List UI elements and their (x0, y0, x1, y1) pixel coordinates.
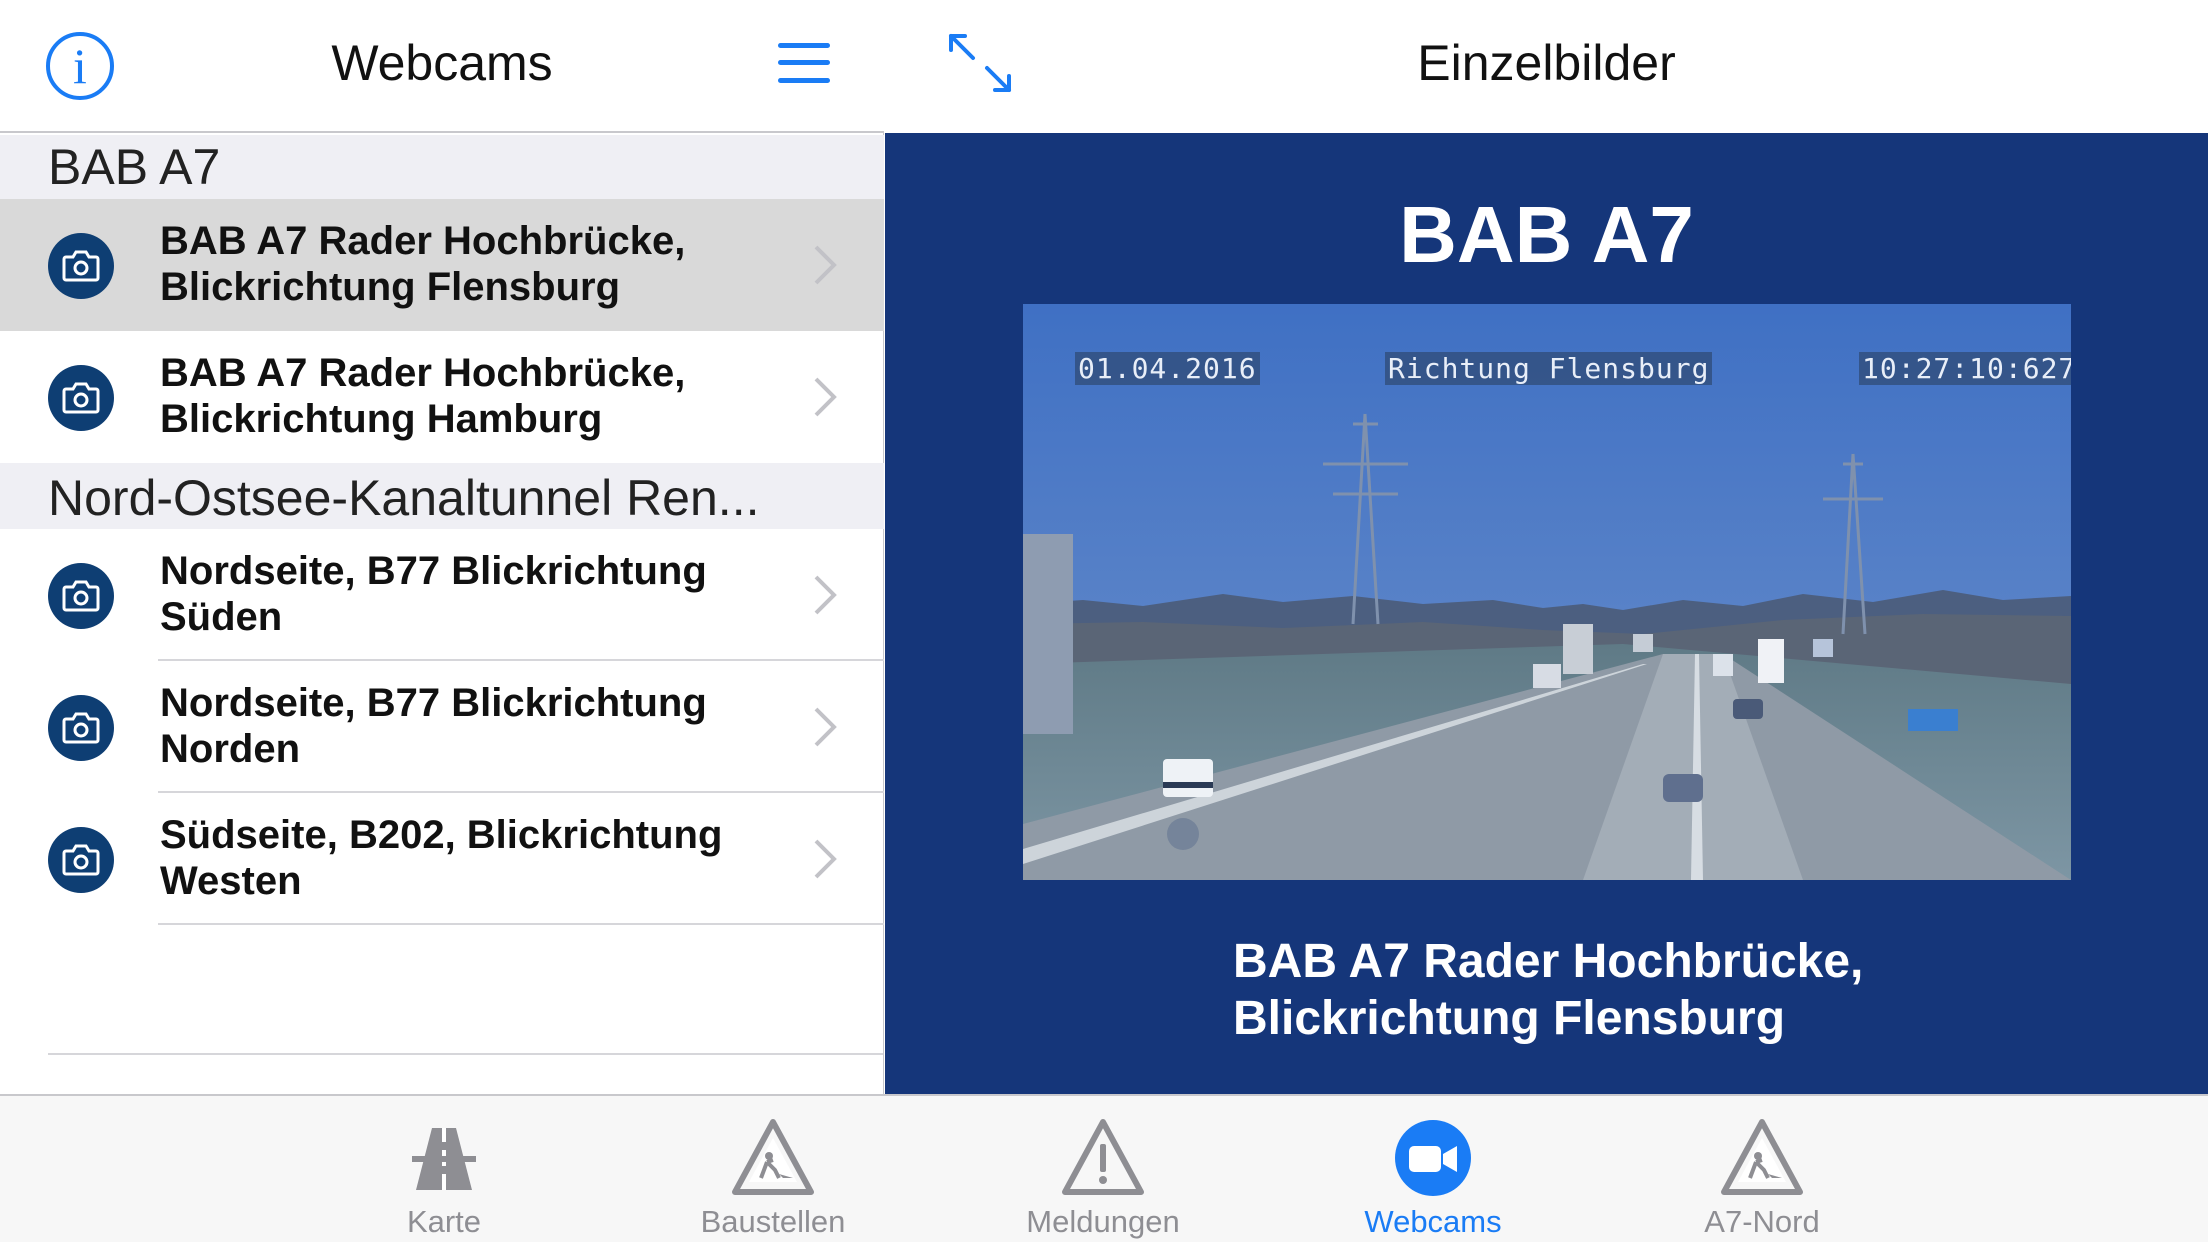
tab-meldungen[interactable]: Meldungen (983, 1096, 1223, 1242)
roadworks-icon (732, 1119, 814, 1195)
chevron-right-icon (814, 707, 837, 747)
tab-a7-nord[interactable]: A7-Nord (1642, 1096, 1882, 1242)
tab-label: Baustellen (700, 1204, 846, 1239)
left-panel-title: Webcams (331, 35, 553, 91)
section-header: BAB A7 (0, 135, 884, 199)
webcam-list-item[interactable]: BAB A7 Rader Hochbrücke, Blickrichtung F… (0, 199, 884, 331)
highway-icon (412, 1128, 476, 1190)
tab-label: A7-Nord (1704, 1204, 1820, 1239)
webcam-image[interactable]: 01.04.2016 Richtung Flensburg 10:27:10:6… (1023, 304, 2071, 880)
chevron-right-icon (814, 575, 837, 615)
tab-label: Meldungen (1026, 1204, 1180, 1239)
tab-webcams[interactable]: Webcams (1313, 1096, 1553, 1242)
webcam-list-item[interactable]: Nordseite, B77 Blickrichtung Süden (0, 529, 884, 661)
section-header: Nord-Ostsee-Kanaltunnel Ren... (0, 463, 884, 529)
webcam-detail-view: BAB A7 01.04.2016 Richtung Flensburg 10:… (885, 133, 2208, 1094)
webcam-caption: BAB A7 Rader Hochbrücke, Blickrichtung F… (1233, 935, 1864, 1045)
webcam-group-heading: BAB A7 (1399, 190, 1694, 279)
webcam-list-item[interactable]: Nordseite, B77 Blickrichtung Norden (0, 661, 884, 793)
tab-baustellen[interactable]: Baustellen (653, 1096, 893, 1242)
list-divider (48, 1053, 883, 1055)
menu-icon[interactable] (778, 43, 830, 83)
webcam-time: 10:27:10:627 (1859, 352, 2071, 385)
warning-icon (1062, 1119, 1144, 1195)
camera-icon (48, 695, 114, 761)
chevron-right-icon (814, 839, 837, 879)
roadworks-icon (1721, 1119, 1803, 1195)
webcam-item-label: BAB A7 Rader Hochbrücke, Blickrichtung F… (160, 219, 686, 309)
webcam-item-label: BAB A7 Rader Hochbrücke, Blickrichtung H… (160, 351, 686, 441)
camera-icon (48, 365, 114, 431)
webcam-date: 01.04.2016 (1075, 352, 1260, 385)
tab-label: Karte (406, 1204, 482, 1239)
left-navigation-bar: i Webcams (0, 0, 884, 133)
camera-icon (48, 233, 114, 299)
right-panel-title: Einzelbilder (1417, 35, 1676, 91)
webcam-item-label: Südseite, B202, Blickrichtung Westen (160, 813, 723, 903)
tab-bar: Karte Baustellen Meldungen Webcams A7-No… (0, 1094, 2208, 1242)
webcam-list-panel: i Webcams BAB A7 BAB A7 Rader Hochbrücke… (0, 0, 884, 1094)
webcam-item-label: Nordseite, B77 Blickrichtung Norden (160, 681, 707, 771)
webcam-item-label: Nordseite, B77 Blickrichtung Süden (160, 549, 707, 639)
tab-karte[interactable]: Karte (324, 1096, 564, 1242)
camera-icon (48, 827, 114, 893)
tab-label: Webcams (1364, 1204, 1502, 1239)
right-navigation-bar: Einzelbilder (885, 0, 2208, 133)
camera-icon (48, 563, 114, 629)
webcam-list-item[interactable]: Südseite, B202, Blickrichtung Westen (0, 793, 884, 925)
video-camera-icon (1395, 1120, 1471, 1196)
webcam-direction: Richtung Flensburg (1385, 352, 1713, 385)
chevron-right-icon (814, 377, 837, 417)
webcam-list-item[interactable]: BAB A7 Rader Hochbrücke, Blickrichtung H… (0, 331, 884, 463)
chevron-right-icon (814, 245, 837, 285)
